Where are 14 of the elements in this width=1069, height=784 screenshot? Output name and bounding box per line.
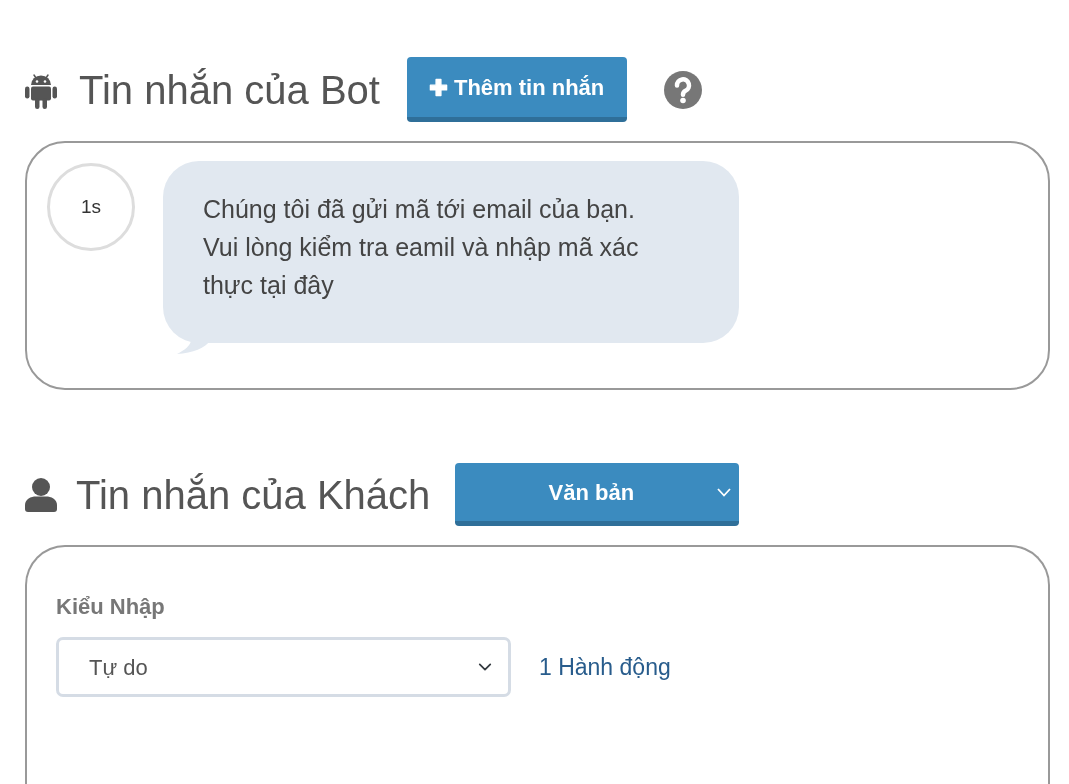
plus-icon: [428, 77, 448, 97]
message-type-dropdown[interactable]: Văn bản: [455, 463, 740, 526]
field-label: Kiểu Nhập: [56, 593, 165, 621]
delay-badge: 1s: [47, 163, 135, 251]
speech-tail-icon: [177, 340, 211, 354]
section-title: Tin nhắn của Bot: [79, 66, 380, 114]
input-type-select[interactable]: Tự do: [56, 637, 511, 697]
user-icon: [25, 477, 57, 512]
help-icon[interactable]: [664, 70, 703, 109]
message-bubble: Chúng tôi đã gửi mã tới email của bạn. Vui lòng kiểm tra eamil và nhập mã xác thực tại đây: [163, 161, 739, 343]
add-message-button[interactable]: Thêm tin nhắn: [406, 57, 628, 122]
section-title: Tin nhắn của Khách: [76, 471, 431, 519]
chevron-down-icon: [717, 487, 732, 497]
actions-link[interactable]: 1 Hành động: [539, 649, 671, 685]
